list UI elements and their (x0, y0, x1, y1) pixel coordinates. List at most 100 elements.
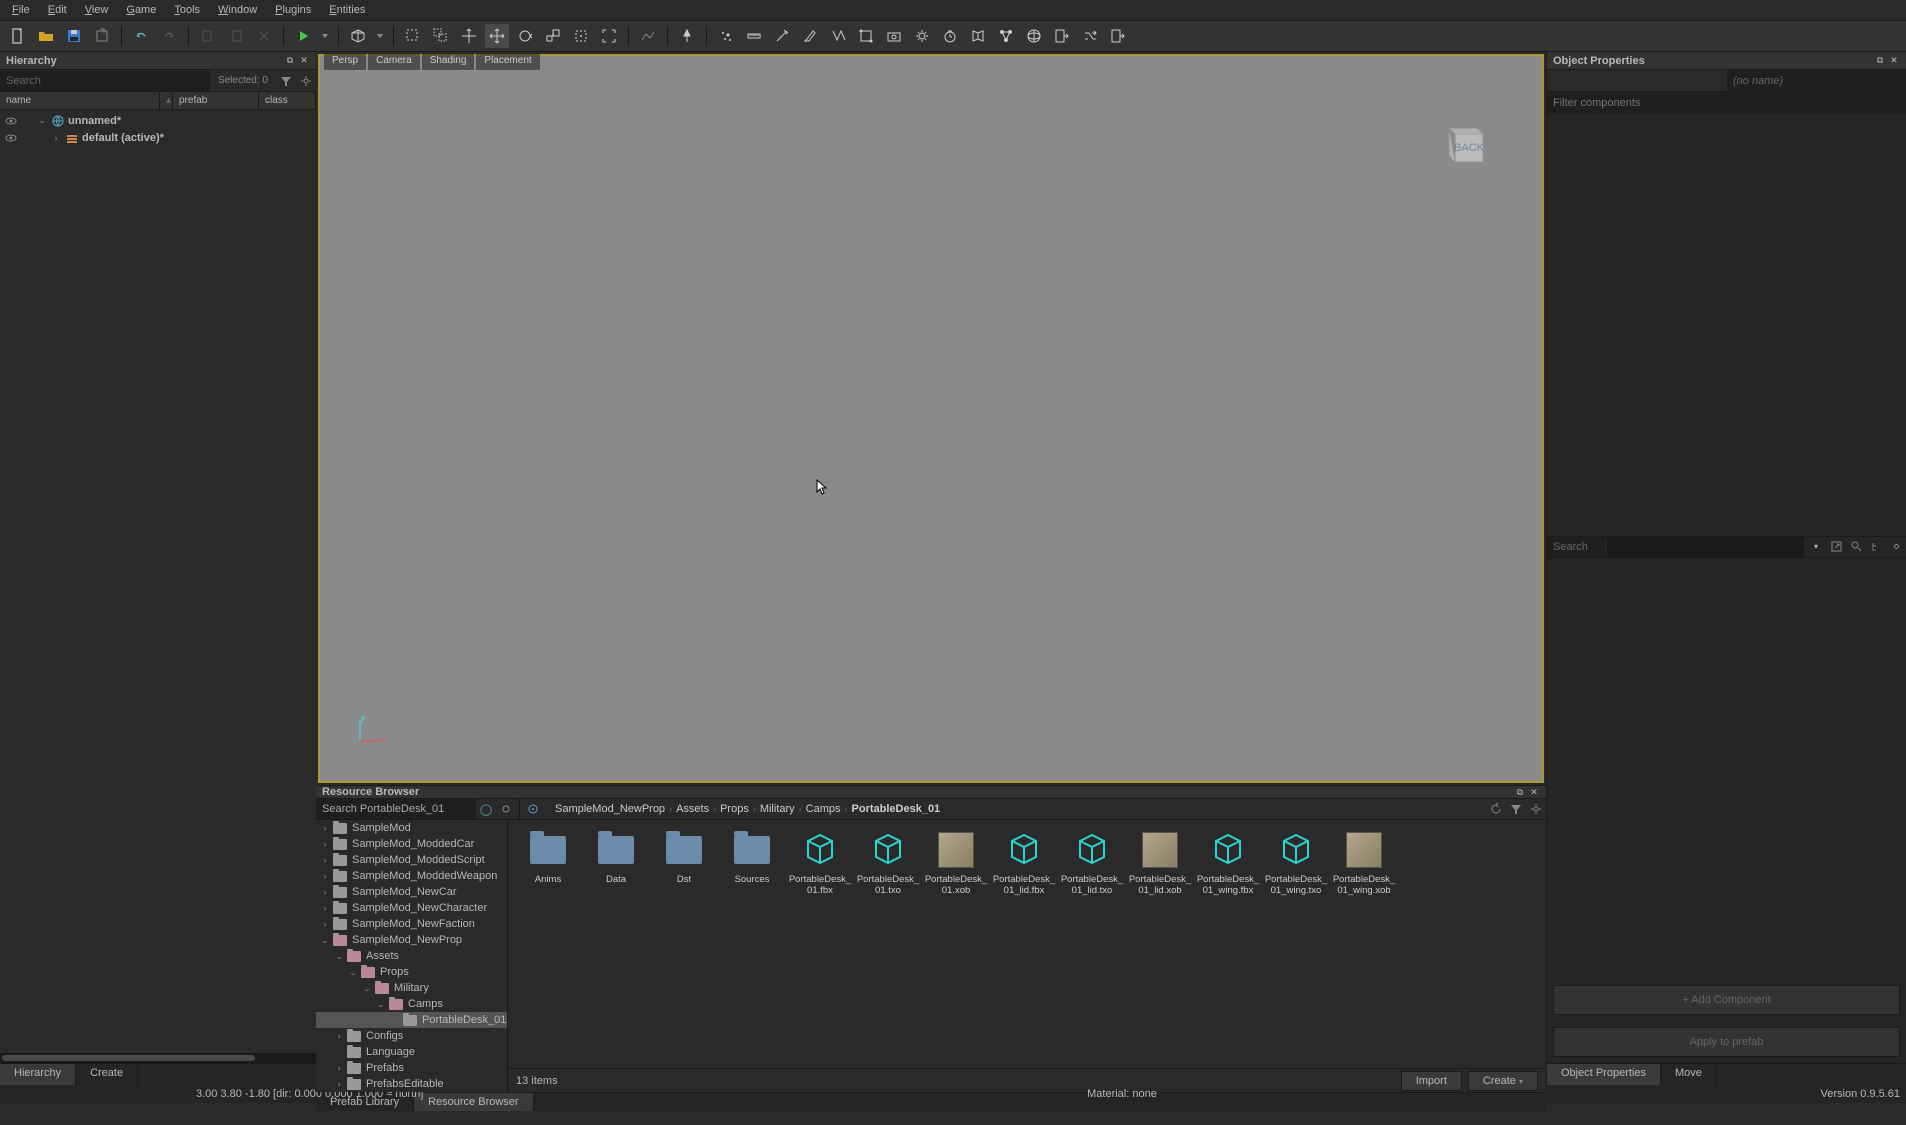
brush-tool[interactable] (798, 24, 822, 48)
search-icon[interactable] (1846, 537, 1866, 557)
vp-tab-persp[interactable]: Persp (324, 54, 366, 70)
expand-icon[interactable]: › (50, 133, 62, 143)
crumb[interactable]: Props (720, 803, 749, 815)
menu-entities[interactable]: Entities (321, 2, 373, 18)
copy-button[interactable] (196, 24, 220, 48)
import-tool[interactable] (1050, 24, 1074, 48)
view-cube-gizmo[interactable]: BACK (1437, 116, 1502, 181)
menu-view[interactable]: View (77, 2, 117, 18)
globe-tool[interactable] (1022, 24, 1046, 48)
navmesh-tool[interactable] (966, 24, 990, 48)
vp-tab-placement[interactable]: Placement (476, 54, 539, 70)
clear-search-icon[interactable]: ◯ (476, 799, 496, 819)
resource-tree-item[interactable]: ›SampleMod_ModdedScript (316, 852, 507, 868)
menu-game[interactable]: Game (118, 2, 164, 18)
redo-button[interactable] (157, 24, 181, 48)
import-button[interactable]: Import (1401, 1071, 1462, 1091)
crumb-current[interactable]: PortableDesk_01 (852, 803, 941, 815)
resource-tree-item[interactable]: ⌄Camps (316, 996, 507, 1012)
search-options-icon[interactable] (496, 799, 516, 819)
select-hierarchy-tool[interactable] (429, 24, 453, 48)
ruler-tool[interactable] (742, 24, 766, 48)
export-button[interactable] (90, 24, 114, 48)
resource-item[interactable]: Data (582, 826, 650, 901)
gear-icon[interactable] (1526, 799, 1546, 819)
resource-tree-item[interactable]: ⌄SampleMod_NewProp (316, 932, 507, 948)
paste-button[interactable] (224, 24, 248, 48)
timer-tool[interactable] (938, 24, 962, 48)
hierarchy-search-input[interactable] (0, 71, 209, 91)
open-file-button[interactable] (34, 24, 58, 48)
apply-prefab-button[interactable]: Apply to prefab (1553, 1027, 1900, 1057)
viewport-3d[interactable]: BACK y x (318, 54, 1544, 783)
resource-item[interactable]: PortableDesk_01_wing.fbx (1194, 826, 1262, 901)
graph-tool[interactable] (994, 24, 1018, 48)
menu-plugins[interactable]: Plugins (267, 2, 319, 18)
resource-item[interactable]: PortableDesk_01_wing.txo (1262, 826, 1330, 901)
col-class[interactable]: class (259, 92, 316, 109)
resource-item[interactable]: PortableDesk_01_wing.xob (1330, 826, 1398, 901)
menu-edit[interactable]: Edit (40, 2, 75, 18)
new-file-button[interactable] (6, 24, 30, 48)
object-name-field[interactable]: (no name) (1727, 70, 1906, 91)
resource-tree-item[interactable]: ›PrefabsEditable (316, 1076, 507, 1092)
mesh-dropdown[interactable] (374, 24, 386, 48)
selection-rect-tool[interactable] (854, 24, 878, 48)
resource-tree-item[interactable]: ›SampleMod_NewCharacter (316, 900, 507, 916)
resource-item[interactable]: Sources (718, 826, 786, 901)
resource-search-input[interactable] (316, 799, 476, 819)
undo-button[interactable] (129, 24, 153, 48)
screenshot-tool[interactable] (882, 24, 906, 48)
scale-tool[interactable] (541, 24, 565, 48)
resource-item[interactable]: PortableDesk_01_lid.xob (1126, 826, 1194, 901)
vp-tab-camera[interactable]: Camera (368, 54, 420, 70)
menu-window[interactable]: Window (210, 2, 265, 18)
resource-tree-item[interactable]: ›SampleMod_NewCar (316, 884, 507, 900)
resource-item[interactable]: Anims (514, 826, 582, 901)
hierarchy-scrollbar[interactable] (0, 1053, 316, 1063)
menu-tools[interactable]: Tools (166, 2, 208, 18)
translate-tool[interactable] (457, 24, 481, 48)
tab-move[interactable]: Move (1661, 1064, 1717, 1085)
filter-icon[interactable] (1506, 799, 1526, 819)
resource-tree-item[interactable]: ⌄Props (316, 964, 507, 980)
tree-row-layer[interactable]: › default (active)* (0, 129, 316, 146)
filter-icon[interactable] (276, 71, 296, 91)
gear-icon[interactable] (1886, 537, 1906, 557)
add-component-button[interactable]: + Add Component (1553, 985, 1900, 1015)
tree-view-icon[interactable] (1866, 537, 1886, 557)
snap-tool[interactable] (569, 24, 593, 48)
gear-icon[interactable] (296, 71, 316, 91)
vp-tab-shading[interactable]: Shading (422, 54, 475, 70)
play-dropdown[interactable] (319, 24, 331, 48)
pin-tool[interactable] (675, 24, 699, 48)
mesh-button[interactable] (346, 24, 370, 48)
tab-resource-browser[interactable]: Resource Browser (414, 1093, 533, 1111)
resource-tree-item[interactable]: ›Configs (316, 1028, 507, 1044)
resource-tree-item[interactable]: ›SampleMod (316, 820, 507, 836)
frame-tool[interactable] (597, 24, 621, 48)
col-prefab[interactable]: prefab (173, 92, 259, 109)
props-search-input[interactable] (1547, 537, 1605, 557)
refresh-icon[interactable] (1486, 799, 1506, 819)
visibility-icon[interactable] (4, 131, 18, 145)
resource-tree-item[interactable]: Language (316, 1044, 507, 1060)
popout-icon[interactable] (1826, 537, 1846, 557)
expand-icon[interactable]: ⌄ (36, 115, 48, 126)
create-button[interactable]: Create ▾ (1468, 1071, 1538, 1091)
resource-item[interactable]: PortableDesk_01.fbx (786, 826, 854, 901)
particle-tool[interactable] (714, 24, 738, 48)
random-tool[interactable] (1078, 24, 1102, 48)
resource-tree-item[interactable]: ›Prefabs (316, 1060, 507, 1076)
resource-item[interactable]: PortableDesk_01.xob (922, 826, 990, 901)
tab-object-properties[interactable]: Object Properties (1547, 1064, 1661, 1085)
save-button[interactable] (62, 24, 86, 48)
crumb[interactable]: SampleMod_NewProp (555, 803, 665, 815)
tree-row-world[interactable]: ⌄ unnamed* (0, 112, 316, 129)
move-tool[interactable] (485, 24, 509, 48)
settings-tool[interactable] (910, 24, 934, 48)
filter-components-input[interactable] (1547, 92, 1906, 114)
resource-tree-item[interactable]: ⌄Military (316, 980, 507, 996)
resource-tree-item[interactable]: ⌄Assets (316, 948, 507, 964)
cut-button[interactable] (252, 24, 276, 48)
